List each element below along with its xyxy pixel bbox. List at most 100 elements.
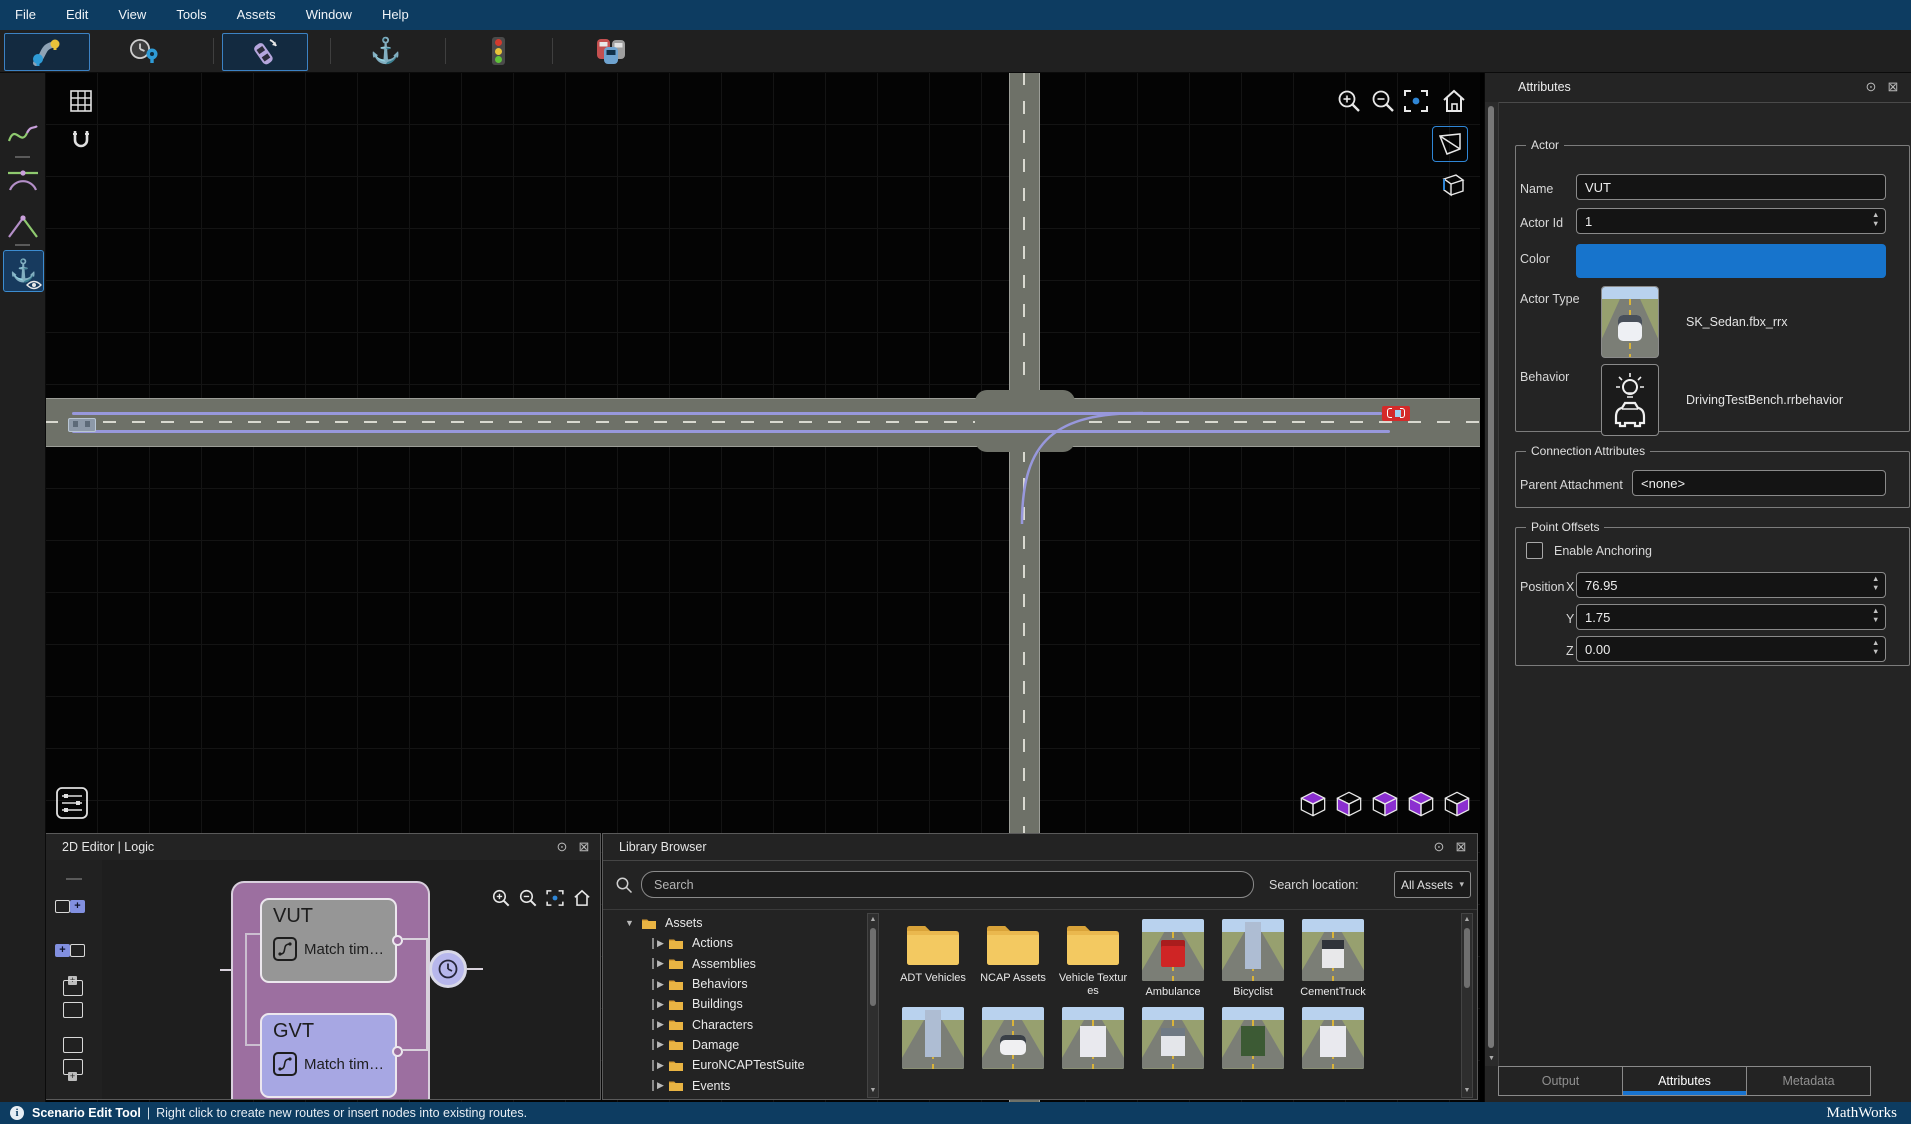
view-cube-button[interactable] — [1334, 790, 1364, 818]
logic-graph-canvas[interactable]: VUT Match tim… GVT — [102, 860, 600, 1099]
serial-phase-container[interactable]: VUT Match tim… GVT — [231, 881, 430, 1099]
display-options-button[interactable] — [55, 786, 89, 820]
thumbnails-scrollbar[interactable]: ▲ ▼ — [1461, 913, 1473, 1098]
branch-toggle-icon[interactable]: ▶ — [652, 999, 668, 1010]
tree-item[interactable]: ▶ Assemblies — [625, 954, 865, 974]
branch-toggle-icon[interactable]: ▼ — [625, 918, 641, 928]
zoom-in-button[interactable] — [1336, 88, 1362, 114]
camera-3d-view-button[interactable] — [1434, 168, 1468, 200]
asset-thumbnail[interactable] — [1133, 1001, 1213, 1086]
panel-tab[interactable]: Metadata — [1746, 1066, 1871, 1096]
branch-toggle-icon[interactable]: ▶ — [652, 1039, 668, 1050]
frame-selected-button[interactable] — [1402, 87, 1430, 115]
asset-thumbnail[interactable] — [973, 1001, 1053, 1086]
menu-item[interactable]: Assets — [222, 0, 291, 30]
search-location-dropdown[interactable]: All Assets ▾ — [1394, 871, 1471, 898]
attributes-scrollbar[interactable]: ▼ — [1485, 102, 1499, 1066]
road-horizontal[interactable] — [45, 398, 1480, 447]
snap-toggle-button[interactable] — [69, 128, 93, 152]
tree-item[interactable]: ▶ Characters — [625, 1014, 865, 1034]
graph-zoom-in-button[interactable] — [491, 888, 511, 908]
tree-scrollbar[interactable]: ▲ ▼ — [867, 913, 879, 1098]
float-panel-icon[interactable]: ⊙ — [1863, 79, 1879, 95]
home-view-button[interactable] — [1440, 87, 1468, 115]
tree-item[interactable]: ▶ Behaviors — [625, 974, 865, 994]
add-child-phase-bottom-button[interactable]: + — [59, 1035, 89, 1079]
spinner-arrows[interactable]: ▲▼ — [1872, 639, 1879, 656]
library-browser-header[interactable]: Library Browser ⊙ ⊠ — [603, 834, 1477, 861]
name-field[interactable] — [1576, 174, 1886, 200]
asset-thumbnail[interactable]: Bicyclist — [1213, 913, 1293, 999]
timing-tool-button[interactable] — [100, 33, 186, 69]
position-y-field[interactable] — [1576, 604, 1886, 630]
branch-toggle-icon[interactable]: ▶ — [652, 938, 668, 949]
library-search-box[interactable] — [641, 871, 1254, 898]
float-panel-icon[interactable]: ⊙ — [1431, 839, 1447, 855]
branch-toggle-icon[interactable]: ▶ — [652, 1080, 668, 1091]
menu-item[interactable]: View — [103, 0, 161, 30]
view-cube-button[interactable] — [1406, 790, 1436, 818]
vehicle-rotate-tool-button[interactable] — [222, 33, 308, 71]
asset-thumbnail[interactable]: ADT Vehicles — [893, 913, 973, 999]
spline-route-tool-button[interactable] — [5, 120, 41, 148]
tree-item[interactable]: ▶ Actions — [625, 933, 865, 953]
behavior-thumbnail[interactable] — [1601, 364, 1659, 436]
scroll-down-icon[interactable]: ▼ — [868, 1086, 878, 1096]
actor-id-field[interactable] — [1576, 208, 1886, 234]
2d-editor-header[interactable]: 2D Editor | Logic ⊙ ⊠ — [46, 834, 600, 861]
spinner-arrows[interactable]: ▲▼ — [1872, 575, 1879, 592]
menu-item[interactable]: File — [0, 0, 51, 30]
position-x-field[interactable] — [1576, 572, 1886, 598]
grid-toggle-button[interactable] — [69, 89, 93, 113]
view-cube-button[interactable] — [1298, 790, 1328, 818]
graph-frame-button[interactable] — [545, 888, 565, 908]
branch-toggle-icon[interactable]: ▶ — [652, 979, 668, 990]
route-path-vut[interactable] — [72, 412, 1382, 415]
actor-phase-node[interactable]: GVT Match tim… — [260, 1013, 397, 1098]
asset-thumbnail[interactable]: NCAP Assets — [973, 913, 1053, 999]
angle-tool-button[interactable] — [5, 212, 41, 240]
parent-attachment-field[interactable] — [1632, 470, 1886, 496]
branch-toggle-icon[interactable]: ▶ — [652, 958, 668, 969]
tree-item[interactable]: ▶ Buildings — [625, 994, 865, 1014]
arc-tool-button[interactable] — [5, 164, 41, 192]
panel-tab[interactable]: Output — [1498, 1066, 1623, 1096]
anchor-tool-toolbar-button[interactable]: ⚓ — [344, 33, 428, 69]
asset-thumbnail[interactable] — [1053, 1001, 1133, 1086]
graph-home-button[interactable] — [572, 888, 592, 908]
scrollbar-thumb[interactable] — [870, 928, 876, 1006]
library-search-input[interactable] — [652, 877, 1243, 893]
tree-item[interactable]: ▼ Assets — [625, 913, 865, 933]
add-phase-after-button[interactable]: + — [55, 898, 85, 916]
spinner-arrows[interactable]: ▲▼ — [1872, 211, 1879, 228]
float-panel-icon[interactable]: ⊙ — [554, 839, 570, 855]
signal-tool-button[interactable] — [458, 33, 538, 69]
tree-item[interactable]: ▶ Damage — [625, 1035, 865, 1055]
zoom-out-button[interactable] — [1370, 88, 1396, 114]
anchor-edit-tool-button-selected[interactable]: ⚓ — [3, 250, 44, 292]
route-path-gvt[interactable] — [72, 430, 1390, 433]
gvt-vehicle-marker-selected[interactable] — [1382, 406, 1410, 421]
menu-item[interactable]: Window — [291, 0, 367, 30]
add-phase-before-button[interactable]: + — [55, 942, 85, 960]
add-child-phase-top-button[interactable]: + — [59, 978, 89, 1022]
menu-item[interactable]: Edit — [51, 0, 103, 30]
close-panel-icon[interactable]: ⊠ — [1453, 839, 1469, 855]
scrollbar-thumb[interactable] — [1464, 928, 1470, 988]
traffic-tool-button[interactable] — [566, 33, 656, 69]
tree-item[interactable]: ▶ Events — [625, 1075, 865, 1095]
asset-thumbnail[interactable] — [1213, 1001, 1293, 1086]
view-cube-button[interactable] — [1370, 790, 1400, 818]
asset-thumbnail[interactable] — [1293, 1001, 1373, 1086]
spinner-arrows[interactable]: ▲▼ — [1872, 607, 1879, 624]
output-port[interactable] — [392, 1046, 403, 1057]
attributes-panel-header[interactable]: Attributes ⊙ ⊠ — [1498, 72, 1911, 103]
asset-thumbnail[interactable]: Vehicle Textures — [1053, 913, 1133, 999]
menu-item[interactable]: Help — [367, 0, 424, 30]
view-cube-button[interactable] — [1442, 790, 1472, 818]
asset-thumbnail[interactable] — [893, 1001, 973, 1086]
graph-zoom-out-button[interactable] — [518, 888, 538, 908]
output-port[interactable] — [392, 935, 403, 946]
close-panel-icon[interactable]: ⊠ — [1885, 79, 1901, 95]
road-junction[interactable] — [975, 390, 1075, 452]
